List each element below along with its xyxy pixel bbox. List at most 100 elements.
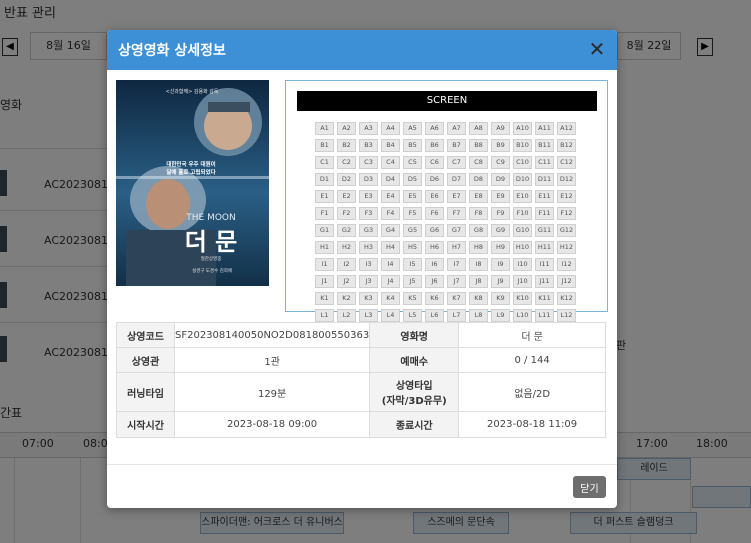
seat-A8[interactable]: A8	[469, 122, 488, 135]
seat-E10[interactable]: E10	[513, 190, 532, 203]
seat-E2[interactable]: E2	[337, 190, 356, 203]
seat-E9[interactable]: E9	[491, 190, 510, 203]
seat-J12[interactable]: J12	[557, 275, 576, 288]
seat-H9[interactable]: H9	[491, 241, 510, 254]
seat-K2[interactable]: K2	[337, 292, 356, 305]
seat-F2[interactable]: F2	[337, 207, 356, 220]
seat-C5[interactable]: C5	[403, 156, 422, 169]
seat-E6[interactable]: E6	[425, 190, 444, 203]
seat-K5[interactable]: K5	[403, 292, 422, 305]
seat-H2[interactable]: H2	[337, 241, 356, 254]
seat-J7[interactable]: J7	[447, 275, 466, 288]
seat-G1[interactable]: G1	[315, 224, 334, 237]
seat-I12[interactable]: I12	[557, 258, 576, 271]
seat-F7[interactable]: F7	[447, 207, 466, 220]
seat-B10[interactable]: B10	[513, 139, 532, 152]
seat-B12[interactable]: B12	[557, 139, 576, 152]
seat-L10[interactable]: L10	[513, 309, 532, 322]
seat-F9[interactable]: F9	[491, 207, 510, 220]
seat-H5[interactable]: H5	[403, 241, 422, 254]
seat-K1[interactable]: K1	[315, 292, 334, 305]
seat-D1[interactable]: D1	[315, 173, 334, 186]
seat-F10[interactable]: F10	[513, 207, 532, 220]
seat-A10[interactable]: A10	[513, 122, 532, 135]
seat-E5[interactable]: E5	[403, 190, 422, 203]
seat-L4[interactable]: L4	[381, 309, 400, 322]
seat-J8[interactable]: J8	[469, 275, 488, 288]
seat-D6[interactable]: D6	[425, 173, 444, 186]
seat-C3[interactable]: C3	[359, 156, 378, 169]
seat-B8[interactable]: B8	[469, 139, 488, 152]
close-icon[interactable]: ✕	[586, 38, 608, 60]
seat-J5[interactable]: J5	[403, 275, 422, 288]
seat-I10[interactable]: I10	[513, 258, 532, 271]
seat-G11[interactable]: G11	[535, 224, 554, 237]
seat-H11[interactable]: H11	[535, 241, 554, 254]
seat-K9[interactable]: K9	[491, 292, 510, 305]
seat-D12[interactable]: D12	[557, 173, 576, 186]
seat-J6[interactable]: J6	[425, 275, 444, 288]
seat-I6[interactable]: I6	[425, 258, 444, 271]
seat-L11[interactable]: L11	[535, 309, 554, 322]
seat-D4[interactable]: D4	[381, 173, 400, 186]
seat-F12[interactable]: F12	[557, 207, 576, 220]
seat-G10[interactable]: G10	[513, 224, 532, 237]
seat-H6[interactable]: H6	[425, 241, 444, 254]
seat-G9[interactable]: G9	[491, 224, 510, 237]
seat-H1[interactable]: H1	[315, 241, 334, 254]
seat-A2[interactable]: A2	[337, 122, 356, 135]
seat-H7[interactable]: H7	[447, 241, 466, 254]
seat-I1[interactable]: I1	[315, 258, 334, 271]
seat-I2[interactable]: I2	[337, 258, 356, 271]
seat-F6[interactable]: F6	[425, 207, 444, 220]
seat-L2[interactable]: L2	[337, 309, 356, 322]
seat-A9[interactable]: A9	[491, 122, 510, 135]
seat-H3[interactable]: H3	[359, 241, 378, 254]
seat-L5[interactable]: L5	[403, 309, 422, 322]
seat-D9[interactable]: D9	[491, 173, 510, 186]
seat-I4[interactable]: I4	[381, 258, 400, 271]
seat-E11[interactable]: E11	[535, 190, 554, 203]
seat-E12[interactable]: E12	[557, 190, 576, 203]
seat-C11[interactable]: C11	[535, 156, 554, 169]
seat-C12[interactable]: C12	[557, 156, 576, 169]
seat-B4[interactable]: B4	[381, 139, 400, 152]
seat-A5[interactable]: A5	[403, 122, 422, 135]
seat-C10[interactable]: C10	[513, 156, 532, 169]
seat-H8[interactable]: H8	[469, 241, 488, 254]
seat-G3[interactable]: G3	[359, 224, 378, 237]
seat-L9[interactable]: L9	[491, 309, 510, 322]
seat-J9[interactable]: J9	[491, 275, 510, 288]
seat-D3[interactable]: D3	[359, 173, 378, 186]
seat-A6[interactable]: A6	[425, 122, 444, 135]
seat-B5[interactable]: B5	[403, 139, 422, 152]
seat-D5[interactable]: D5	[403, 173, 422, 186]
seat-J4[interactable]: J4	[381, 275, 400, 288]
seat-B3[interactable]: B3	[359, 139, 378, 152]
seat-H4[interactable]: H4	[381, 241, 400, 254]
seat-F1[interactable]: F1	[315, 207, 334, 220]
seat-H12[interactable]: H12	[557, 241, 576, 254]
seat-K11[interactable]: K11	[535, 292, 554, 305]
seat-L3[interactable]: L3	[359, 309, 378, 322]
seat-K7[interactable]: K7	[447, 292, 466, 305]
seat-D11[interactable]: D11	[535, 173, 554, 186]
seat-A1[interactable]: A1	[315, 122, 334, 135]
seat-A4[interactable]: A4	[381, 122, 400, 135]
seat-C7[interactable]: C7	[447, 156, 466, 169]
seat-K8[interactable]: K8	[469, 292, 488, 305]
seat-F5[interactable]: F5	[403, 207, 422, 220]
seat-H10[interactable]: H10	[513, 241, 532, 254]
seat-D2[interactable]: D2	[337, 173, 356, 186]
seat-F3[interactable]: F3	[359, 207, 378, 220]
close-button[interactable]: 닫기	[573, 476, 606, 498]
seat-L12[interactable]: L12	[557, 309, 576, 322]
seat-C8[interactable]: C8	[469, 156, 488, 169]
seat-F8[interactable]: F8	[469, 207, 488, 220]
seat-G12[interactable]: G12	[557, 224, 576, 237]
seat-F4[interactable]: F4	[381, 207, 400, 220]
seat-J1[interactable]: J1	[315, 275, 334, 288]
seat-G6[interactable]: G6	[425, 224, 444, 237]
seat-L6[interactable]: L6	[425, 309, 444, 322]
seat-L7[interactable]: L7	[447, 309, 466, 322]
